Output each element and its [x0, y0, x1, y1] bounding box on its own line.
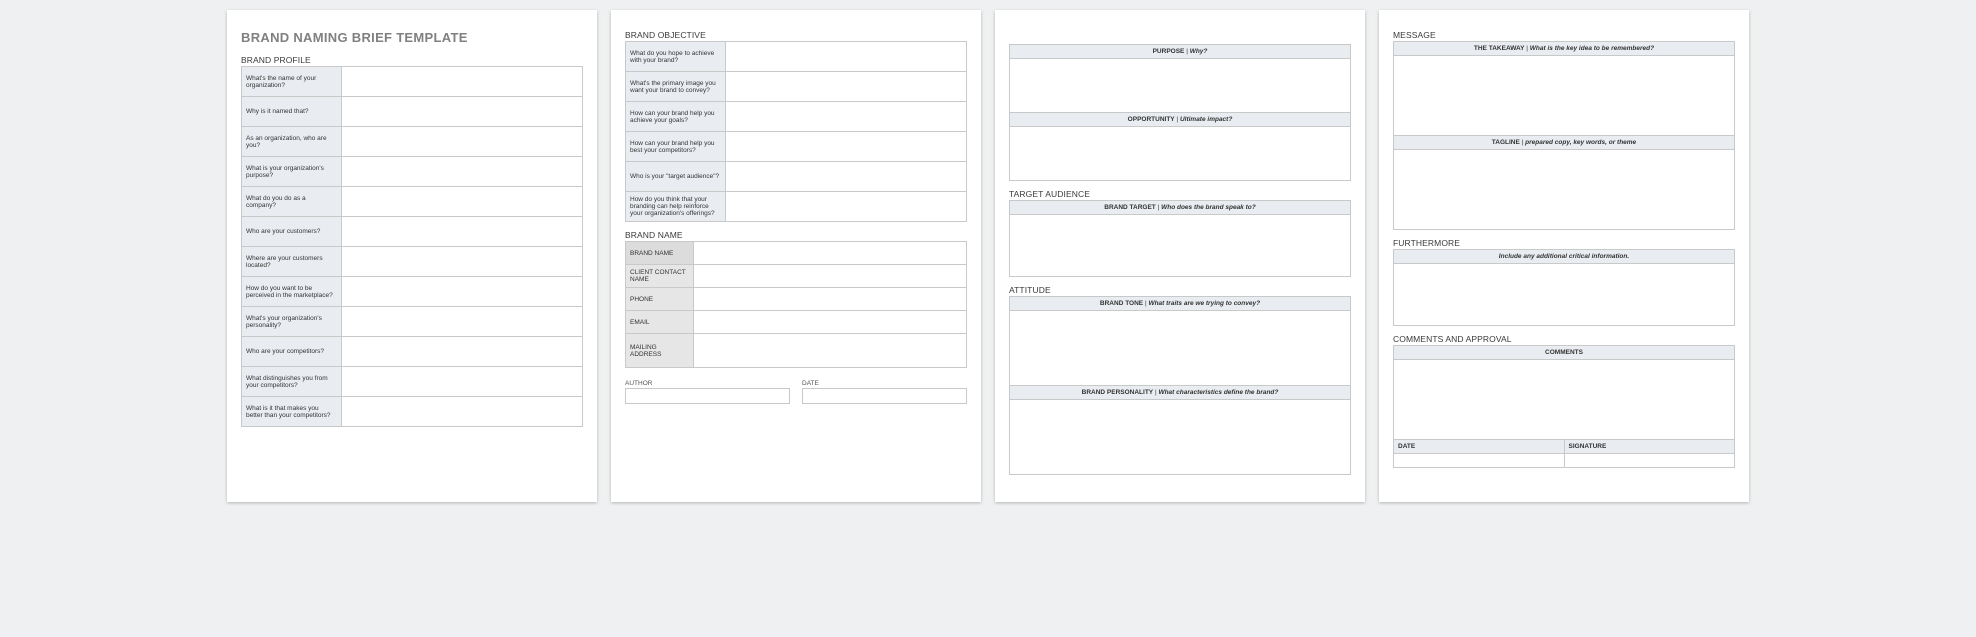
bp-q8: What's your organization's personality? — [242, 307, 342, 337]
brand-profile-table: What's the name of your organization? Wh… — [241, 66, 583, 427]
bn-a2[interactable] — [694, 288, 967, 311]
doc-title: BRAND NAMING BRIEF TEMPLATE — [241, 30, 583, 45]
comments-body[interactable] — [1394, 360, 1735, 440]
bo-a4[interactable] — [726, 162, 967, 192]
furthermore-body[interactable] — [1394, 264, 1735, 326]
bo-q3: How can your brand help you best your co… — [626, 132, 726, 162]
brand-name-title: BRAND NAME — [625, 230, 967, 240]
bp-q1: Why is it named that? — [242, 97, 342, 127]
comments-header: COMMENTS — [1394, 346, 1735, 360]
author-input[interactable] — [625, 388, 790, 404]
comments-title: COMMENTS AND APPROVAL — [1393, 334, 1735, 344]
bp-a10[interactable] — [342, 367, 583, 397]
opportunity-header: OPPORTUNITY | Ultimate impact? — [1010, 113, 1351, 127]
bp-a2[interactable] — [342, 127, 583, 157]
author-label: AUTHOR — [625, 380, 790, 387]
bn-q3: EMAIL — [626, 311, 694, 334]
purpose-header: PURPOSE | Why? — [1010, 45, 1351, 59]
brand-name-table: BRAND NAME CLIENT CONTACT NAME PHONE EMA… — [625, 241, 967, 368]
opportunity-body[interactable] — [1010, 127, 1351, 181]
brand-target-header: BRAND TARGET | Who does the brand speak … — [1010, 201, 1351, 215]
bp-a8[interactable] — [342, 307, 583, 337]
bn-q0: BRAND NAME — [626, 242, 694, 265]
bp-q9: Who are your competitors? — [242, 337, 342, 367]
bn-a4[interactable] — [694, 334, 967, 368]
date-input[interactable] — [802, 388, 967, 404]
bp-q5: Who are your customers? — [242, 217, 342, 247]
bp-a11[interactable] — [342, 397, 583, 427]
bo-q2: How can your brand help you achieve your… — [626, 102, 726, 132]
bp-q7: How do you want to be perceived in the m… — [242, 277, 342, 307]
comments-date-label: DATE — [1394, 440, 1565, 454]
message-table: THE TAKEAWAY | What is the key idea to b… — [1393, 41, 1735, 230]
page-1: BRAND NAMING BRIEF TEMPLATE BRAND PROFIL… — [227, 10, 597, 502]
bp-q0: What's the name of your organization? — [242, 67, 342, 97]
comments-date-input[interactable] — [1394, 454, 1565, 468]
target-audience-table: BRAND TARGET | Who does the brand speak … — [1009, 200, 1351, 277]
bo-q5: How do you think that your branding can … — [626, 192, 726, 222]
bp-a5[interactable] — [342, 217, 583, 247]
bn-q2: PHONE — [626, 288, 694, 311]
bp-a6[interactable] — [342, 247, 583, 277]
bp-q6: Where are your customers located? — [242, 247, 342, 277]
brand-tone-header: BRAND TONE | What traits are we trying t… — [1010, 297, 1351, 311]
page-4: MESSAGE THE TAKEAWAY | What is the key i… — [1379, 10, 1749, 502]
bp-a3[interactable] — [342, 157, 583, 187]
author-field: AUTHOR — [625, 380, 790, 404]
bp-q3: What is your organization's purpose? — [242, 157, 342, 187]
bo-q4: Who is your "target audience"? — [626, 162, 726, 192]
bp-a0[interactable] — [342, 67, 583, 97]
brand-tone-body[interactable] — [1010, 311, 1351, 386]
takeaway-header: THE TAKEAWAY | What is the key idea to b… — [1394, 42, 1735, 56]
comments-signature-label: SIGNATURE — [1564, 440, 1735, 454]
attitude-title: ATTITUDE — [1009, 285, 1351, 295]
furthermore-title: FURTHERMORE — [1393, 238, 1735, 248]
comments-signature-input[interactable] — [1564, 454, 1735, 468]
takeaway-body[interactable] — [1394, 56, 1735, 136]
brand-personality-body[interactable] — [1010, 400, 1351, 475]
bp-a9[interactable] — [342, 337, 583, 367]
bp-q2: As an organization, who are you? — [242, 127, 342, 157]
bo-a5[interactable] — [726, 192, 967, 222]
bo-a1[interactable] — [726, 72, 967, 102]
bo-q1: What's the primary image you want your b… — [626, 72, 726, 102]
bp-a1[interactable] — [342, 97, 583, 127]
bp-a4[interactable] — [342, 187, 583, 217]
bn-a0[interactable] — [694, 242, 967, 265]
purpose-table: PURPOSE | Why? OPPORTUNITY | Ultimate im… — [1009, 44, 1351, 181]
bn-a3[interactable] — [694, 311, 967, 334]
page-3: PURPOSE | Why? OPPORTUNITY | Ultimate im… — [995, 10, 1365, 502]
bo-q0: What do you hope to achieve with your br… — [626, 42, 726, 72]
page-2: BRAND OBJECTIVE What do you hope to achi… — [611, 10, 981, 502]
purpose-body[interactable] — [1010, 59, 1351, 113]
bn-q1: CLIENT CONTACT NAME — [626, 265, 694, 288]
bo-a2[interactable] — [726, 102, 967, 132]
comments-table: COMMENTS DATE SIGNATURE — [1393, 345, 1735, 468]
tagline-header: TAGLINE | prepared copy, key words, or t… — [1394, 136, 1735, 150]
bp-q4: What do you do as a company? — [242, 187, 342, 217]
brand-objective-table: What do you hope to achieve with your br… — [625, 41, 967, 222]
message-title: MESSAGE — [1393, 30, 1735, 40]
bo-a3[interactable] — [726, 132, 967, 162]
bn-a1[interactable] — [694, 265, 967, 288]
brand-target-body[interactable] — [1010, 215, 1351, 277]
bp-q10: What distinguishes you from your competi… — [242, 367, 342, 397]
target-audience-title: TARGET AUDIENCE — [1009, 189, 1351, 199]
attitude-table: BRAND TONE | What traits are we trying t… — [1009, 296, 1351, 475]
author-date-row: AUTHOR DATE — [625, 380, 967, 404]
bn-q4: MAILING ADDRESS — [626, 334, 694, 368]
brand-objective-title: BRAND OBJECTIVE — [625, 30, 967, 40]
furthermore-header: Include any additional critical informat… — [1394, 250, 1735, 264]
bo-a0[interactable] — [726, 42, 967, 72]
bp-q11: What is it that makes you better than yo… — [242, 397, 342, 427]
bp-a7[interactable] — [342, 277, 583, 307]
brand-profile-title: BRAND PROFILE — [241, 55, 583, 65]
brand-personality-header: BRAND PERSONALITY | What characteristics… — [1010, 386, 1351, 400]
furthermore-table: Include any additional critical informat… — [1393, 249, 1735, 326]
date-label: DATE — [802, 380, 967, 387]
tagline-body[interactable] — [1394, 150, 1735, 230]
date-field: DATE — [802, 380, 967, 404]
